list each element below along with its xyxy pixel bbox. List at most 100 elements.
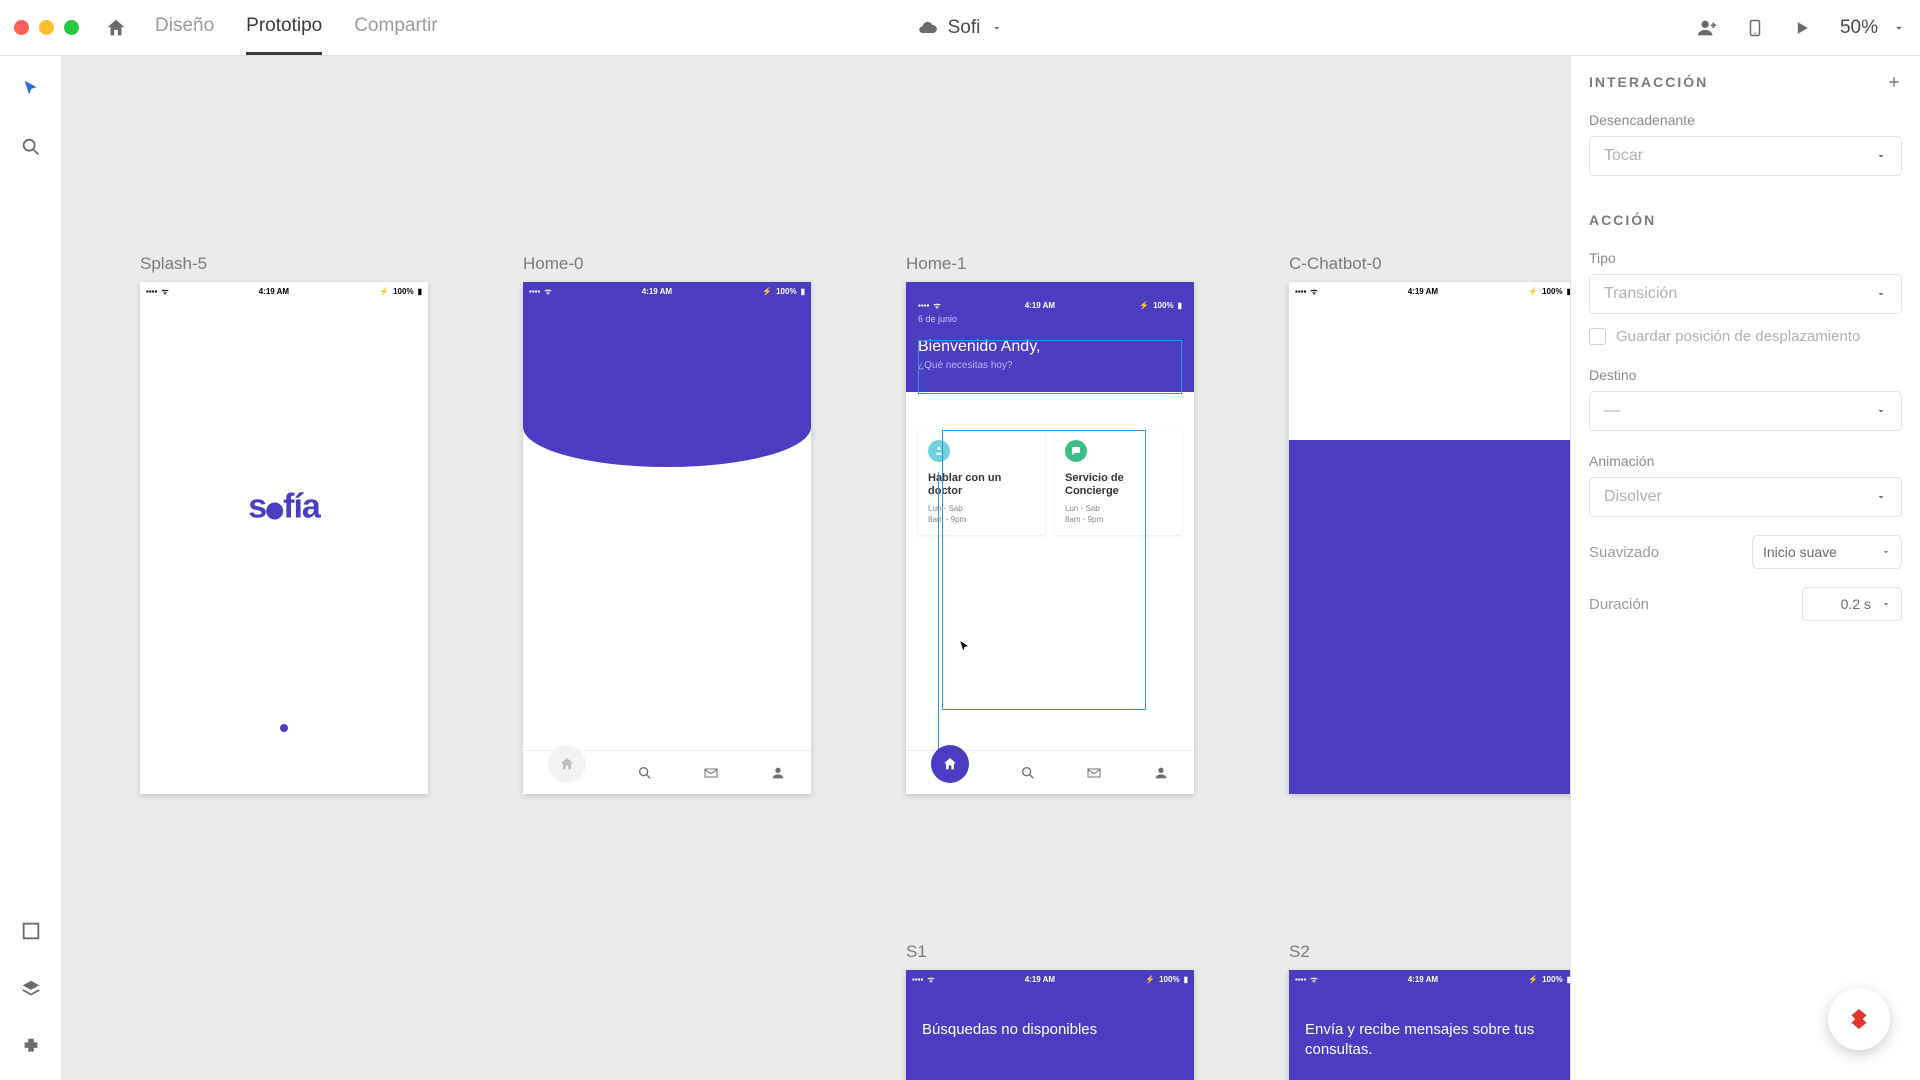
- card-concierge[interactable]: Servicio de Concierge Lun - Sab8am - 9pm: [1055, 430, 1182, 535]
- bottom-nav: [523, 750, 811, 794]
- card-schedule: Lun - Sab8am - 9pm: [928, 504, 1035, 525]
- nav-home-fab[interactable]: [548, 745, 586, 783]
- header-curve: ▪▪▪▪ᯤ 4:19 AM ⚡100%▮: [523, 282, 811, 467]
- animation-label: Animación: [1589, 453, 1902, 469]
- artboard-chatbot[interactable]: C-Chatbot-0 ▪▪▪▪ᯤ 4:19 AM ⚡100%▮: [1289, 254, 1570, 794]
- artboard-home1[interactable]: Home-1 ▪▪▪▪ᯤ 4:19 AM ⚡100%▮ 6 de junio B…: [906, 254, 1194, 794]
- chevron-down-icon: [1881, 599, 1891, 609]
- document-name: Sofi: [948, 17, 981, 39]
- layers-icon[interactable]: [20, 978, 42, 1000]
- date-label: 6 de junio: [918, 314, 1182, 324]
- action-header: ACCIÓN: [1589, 212, 1656, 228]
- chevron-down-icon: [1875, 288, 1887, 300]
- artboard-label: Home-0: [523, 254, 811, 274]
- tab-share[interactable]: Compartir: [354, 0, 437, 55]
- chatbot-body: [1289, 440, 1570, 794]
- artboard-s2[interactable]: S2 ▪▪▪▪ᯤ 4:19 AM ⚡100%▮ Envía y recibe m…: [1289, 942, 1570, 1080]
- duration-label: Duración: [1589, 596, 1649, 613]
- nav-mail-icon[interactable]: [703, 765, 719, 781]
- chevron-down-icon: [1875, 405, 1887, 417]
- subtitle-text: ¿Qué necesitas hoy?: [918, 360, 1182, 371]
- concierge-icon: [1065, 440, 1087, 462]
- maximize-window-button[interactable]: [64, 20, 79, 35]
- chevron-down-icon: [1892, 21, 1906, 35]
- topbar: Diseño Prototipo Compartir Sofi 50%: [0, 0, 1920, 56]
- topbar-right: 50%: [1696, 16, 1906, 40]
- nav-search-icon[interactable]: [637, 765, 653, 781]
- bottom-nav: [906, 750, 1194, 794]
- chevron-down-icon: [1875, 491, 1887, 503]
- chevron-down-icon: [1875, 150, 1887, 162]
- nav-profile-icon[interactable]: [1153, 765, 1169, 781]
- artboard-label: Home-1: [906, 254, 1194, 274]
- status-bar: ▪▪▪▪ᯤ 4:19 AM ⚡100%▮: [918, 296, 1182, 314]
- mode-tabs: Diseño Prototipo Compartir: [155, 0, 438, 55]
- pagination-dot: [280, 724, 288, 732]
- nav-profile-icon[interactable]: [770, 765, 786, 781]
- search-icon[interactable]: [20, 136, 42, 158]
- chevron-down-icon: [1881, 547, 1891, 557]
- left-toolbar: [0, 56, 62, 1080]
- add-interaction-icon[interactable]: [1886, 74, 1902, 90]
- cloud-icon: [918, 18, 938, 38]
- nav-search-icon[interactable]: [1020, 765, 1036, 781]
- checkbox-box: [1589, 328, 1606, 345]
- window-controls: [14, 20, 79, 35]
- duration-select[interactable]: 0.2 s: [1802, 587, 1902, 621]
- add-user-icon[interactable]: [1696, 17, 1718, 39]
- document-title[interactable]: Sofi: [918, 17, 1003, 39]
- home-icon[interactable]: [105, 17, 127, 39]
- artboard-splash[interactable]: Splash-5 ▪▪▪▪ᯤ 4:19 AM ⚡100%▮ sfía: [140, 254, 428, 794]
- mouse-cursor-icon: [958, 638, 972, 656]
- home1-header: ▪▪▪▪ᯤ 4:19 AM ⚡100%▮ 6 de junio Bienveni…: [906, 282, 1194, 392]
- tab-design[interactable]: Diseño: [155, 0, 214, 55]
- sofia-logo: sfía: [248, 488, 320, 527]
- properties-panel: INTERACCIÓN Desencadenante Tocar ACCIÓN …: [1570, 56, 1920, 1080]
- chevron-down-icon: [990, 22, 1002, 34]
- card-doctor[interactable]: Hablar con un doctor Lun - Sab8am - 9pm: [918, 430, 1045, 535]
- easing-label: Suavizado: [1589, 544, 1659, 561]
- minimize-window-button[interactable]: [39, 20, 54, 35]
- trigger-label: Desencadenante: [1589, 112, 1902, 128]
- artboard-s1[interactable]: S1 ▪▪▪▪ᯤ 4:19 AM ⚡100%▮ Búsquedas no dis…: [906, 942, 1194, 1080]
- plugins-icon[interactable]: [20, 1036, 42, 1058]
- status-bar: ▪▪▪▪ᯤ 4:19 AM ⚡100%▮: [1289, 282, 1570, 300]
- interaction-header: INTERACCIÓN: [1589, 74, 1708, 90]
- artboard-label: S1: [906, 942, 1194, 962]
- nav-home-fab[interactable]: [931, 745, 969, 783]
- status-bar: ▪▪▪▪ᯤ 4:19 AM ⚡100%▮: [1289, 970, 1570, 988]
- canvas[interactable]: Splash-5 ▪▪▪▪ᯤ 4:19 AM ⚡100%▮ sfía Home-…: [62, 56, 1570, 1080]
- select-tool-icon[interactable]: [20, 78, 42, 100]
- preserve-scroll-checkbox[interactable]: Guardar posición de desplazamiento: [1589, 328, 1902, 345]
- trigger-select[interactable]: Tocar: [1589, 136, 1902, 176]
- nav-mail-icon[interactable]: [1086, 765, 1102, 781]
- type-label: Tipo: [1589, 250, 1902, 266]
- destination-select[interactable]: —: [1589, 391, 1902, 431]
- artboard-label: C-Chatbot-0: [1289, 254, 1570, 274]
- close-window-button[interactable]: [14, 20, 29, 35]
- help-fab[interactable]: [1828, 988, 1890, 1050]
- brand-icon: [1844, 1004, 1874, 1034]
- artboard-label: Splash-5: [140, 254, 428, 274]
- doctor-icon: [928, 440, 950, 462]
- status-bar: ▪▪▪▪ᯤ 4:19 AM ⚡100%▮: [906, 970, 1194, 988]
- card-schedule: Lun - Sab8am - 9pm: [1065, 504, 1172, 525]
- type-select[interactable]: Transición: [1589, 274, 1902, 314]
- play-icon[interactable]: [1792, 18, 1812, 38]
- welcome-text: Bienvenido Andy,: [918, 338, 1182, 356]
- status-bar: ▪▪▪▪ᯤ 4:19 AM ⚡100%▮: [523, 282, 811, 300]
- artboard-home0[interactable]: Home-0 ▪▪▪▪ᯤ 4:19 AM ⚡100%▮: [523, 254, 811, 794]
- tab-prototype[interactable]: Prototipo: [246, 0, 322, 55]
- destination-label: Destino: [1589, 367, 1902, 383]
- card-title: Hablar con un doctor: [928, 472, 1035, 498]
- message-text: Envía y recibe mensajes sobre tus consul…: [1305, 1020, 1561, 1061]
- animation-select[interactable]: Disolver: [1589, 477, 1902, 517]
- artboard-icon[interactable]: [20, 920, 42, 942]
- zoom-value: 50%: [1840, 17, 1878, 39]
- message-text: Búsquedas no disponibles: [922, 1020, 1178, 1040]
- device-icon[interactable]: [1746, 16, 1764, 40]
- cards-row: Hablar con un doctor Lun - Sab8am - 9pm …: [918, 430, 1182, 535]
- zoom-control[interactable]: 50%: [1840, 17, 1906, 39]
- status-bar: ▪▪▪▪ᯤ 4:19 AM ⚡100%▮: [140, 282, 428, 300]
- easing-select[interactable]: Inicio suave: [1752, 535, 1902, 569]
